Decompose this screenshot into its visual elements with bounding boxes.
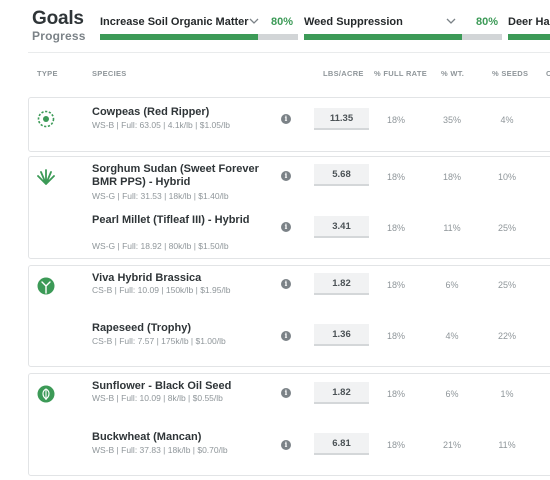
species-name: Pearl Millet (Tifleaf III) - Hybrid — [92, 214, 250, 226]
brassica-icon — [37, 277, 55, 295]
goal-name: Weed Suppression — [304, 16, 403, 28]
info-icon[interactable]: i — [281, 114, 291, 124]
species-meta: WS-B | Full: 10.09 | 8k/lb | $0.55/lb — [92, 393, 223, 403]
species-name: Sorghum Sudan (Sweet Forever BMR PPS) - … — [92, 163, 259, 188]
info-icon[interactable]: i — [281, 171, 291, 181]
goal-progress-fill — [304, 34, 463, 40]
seeds-percent-value: 25% — [497, 223, 516, 233]
weight-percent-value: 21% — [442, 440, 461, 450]
info-icon[interactable]: i — [281, 388, 291, 398]
weight-percent-value: 18% — [442, 172, 461, 182]
species-name: Sunflower - Black Oil Seed — [92, 380, 232, 392]
full-rate-value: 18% — [386, 223, 405, 233]
weight-percent-value: 6% — [445, 389, 459, 399]
column-header-lbs-acre: LBS/ACRE — [323, 69, 364, 78]
full-rate-value: 18% — [386, 440, 405, 450]
species-name: Cowpeas (Red Ripper) — [92, 106, 210, 118]
chevron-down-icon[interactable] — [446, 16, 456, 28]
column-header-type: TYPE — [37, 69, 58, 78]
info-icon[interactable]: i — [281, 279, 291, 289]
lbs-per-acre-input[interactable]: 3.41 — [314, 216, 369, 238]
info-icon[interactable]: i — [281, 440, 291, 450]
species-name: Viva Hybrid Brassica — [92, 272, 202, 284]
species-meta: WS-G | Full: 31.53 | 18k/lb | $1.40/lb — [92, 191, 229, 201]
species-name: Rapeseed (Trophy) — [92, 322, 192, 334]
species-meta: WS-B | Full: 63.05 | 4.1k/lb | $1.05/lb — [92, 120, 230, 130]
goals-progress-heading: Goals Progress — [32, 8, 86, 44]
column-header-full-rate: % FULL RATE — [374, 69, 428, 78]
full-rate-value: 18% — [386, 331, 405, 341]
seeds-percent-value: 4% — [500, 115, 514, 125]
column-header-weight: % WT. — [441, 69, 465, 78]
goal-progress-fill — [508, 34, 550, 40]
species-meta: CS-B | Full: 10.09 | 150k/lb | $1.95/lb — [92, 285, 231, 295]
seeds-percent-value: 1% — [500, 389, 514, 399]
goals-title: Goals — [32, 8, 84, 29]
seeds-percent-value: 11% — [498, 440, 516, 450]
column-header-species: SPECIES — [92, 69, 127, 78]
weight-percent-value: 6% — [445, 280, 459, 290]
weight-percent-value: 11% — [443, 223, 461, 233]
goal-percent: 80% — [271, 16, 294, 28]
lbs-per-acre-input[interactable]: 1.36 — [314, 324, 369, 346]
grass-icon — [37, 167, 55, 185]
lbs-per-acre-input[interactable]: 6.81 — [314, 433, 369, 455]
info-icon[interactable]: i — [281, 331, 291, 341]
lbs-per-acre-input[interactable]: 11.35 — [314, 108, 369, 130]
species-meta: WS-G | Full: 18.92 | 80k/lb | $1.50/lb — [92, 241, 229, 251]
legume-icon — [37, 110, 55, 128]
column-header-extra: C — [546, 69, 550, 78]
lbs-per-acre-input[interactable]: 5.68 — [314, 164, 369, 186]
full-rate-value: 18% — [386, 389, 405, 399]
full-rate-value: 18% — [386, 280, 405, 290]
full-rate-value: 18% — [386, 115, 405, 125]
broadleaf-icon — [37, 385, 55, 403]
divider — [28, 52, 550, 53]
goal-progress-bar — [304, 34, 502, 40]
lbs-per-acre-input[interactable]: 1.82 — [314, 273, 369, 295]
goals-subtitle: Progress — [32, 29, 86, 43]
species-meta: WS-B | Full: 37.83 | 18k/lb | $0.70/lb — [92, 445, 228, 455]
goal-progress-bar — [508, 34, 550, 40]
column-header-seeds: % SEEDS — [492, 69, 529, 78]
lbs-per-acre-input[interactable]: 1.82 — [314, 382, 369, 404]
goal-name: Deer Hab — [508, 16, 550, 28]
species-name: Buckwheat (Mancan) — [92, 431, 202, 443]
chevron-down-icon[interactable] — [249, 16, 259, 28]
seeds-percent-value: 22% — [497, 331, 516, 341]
weight-percent-value: 4% — [445, 331, 459, 341]
full-rate-value: 18% — [386, 172, 405, 182]
species-meta: CS-B | Full: 7.57 | 175k/lb | $1.00/lb — [92, 336, 226, 346]
info-icon[interactable]: i — [281, 222, 291, 232]
goal-percent: 80% — [476, 16, 499, 28]
seeds-percent-value: 25% — [497, 280, 516, 290]
goal-progress-fill — [100, 34, 259, 40]
seeds-percent-value: 10% — [497, 172, 516, 182]
goal-name: Increase Soil Organic Matter — [100, 16, 249, 28]
goal-progress-bar — [100, 34, 298, 40]
weight-percent-value: 35% — [442, 115, 461, 125]
